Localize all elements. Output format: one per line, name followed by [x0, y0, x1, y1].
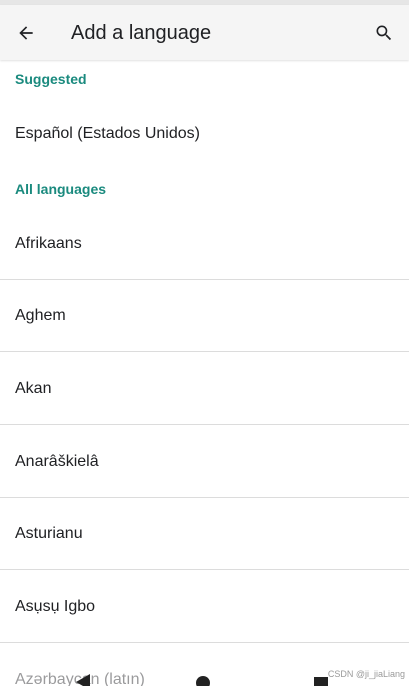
language-list[interactable]: Suggested Español (Estados Unidos) All l…	[0, 60, 409, 686]
list-item-label: Aghem	[15, 306, 66, 324]
section-header-all-languages: All languages	[15, 181, 107, 197]
list-item-label: Asụsụ Igbo	[15, 597, 96, 615]
list-item[interactable]: Asturianu	[0, 498, 409, 570]
list-item-suggested-language[interactable]: Español (Estados Unidos)	[0, 98, 409, 170]
watermark: CSDN @ji_jiaLiang	[327, 669, 405, 679]
back-button[interactable]	[10, 17, 42, 49]
list-item[interactable]: Anarâškielâ	[0, 426, 409, 498]
arrow-back-icon	[19, 26, 33, 40]
search-button[interactable]	[368, 17, 400, 49]
list-item-label: Asturianu	[15, 524, 83, 542]
list-item[interactable]: Afrikaans	[0, 208, 409, 280]
search-icon	[376, 25, 392, 41]
list-item-label: Afrikaans	[15, 234, 82, 252]
app-bar: Add a language	[0, 5, 409, 60]
list-item[interactable]: Aghem	[0, 280, 409, 352]
nav-back-icon[interactable]	[76, 674, 90, 686]
language-picker-screen: Add a language Suggested Español (Estado…	[0, 0, 409, 686]
list-item-label: Español (Estados Unidos)	[15, 125, 200, 142]
nav-recents-icon[interactable]	[314, 677, 328, 686]
list-item-label: Anarâškielâ	[15, 452, 99, 470]
list-item-label: Akan	[15, 379, 52, 397]
nav-home-icon[interactable]	[196, 676, 210, 686]
page-title: Add a language	[71, 22, 212, 44]
list-item[interactable]: Asụsụ Igbo	[0, 571, 409, 643]
section-header-suggested: Suggested	[15, 71, 87, 87]
list-item[interactable]: Akan	[0, 353, 409, 425]
